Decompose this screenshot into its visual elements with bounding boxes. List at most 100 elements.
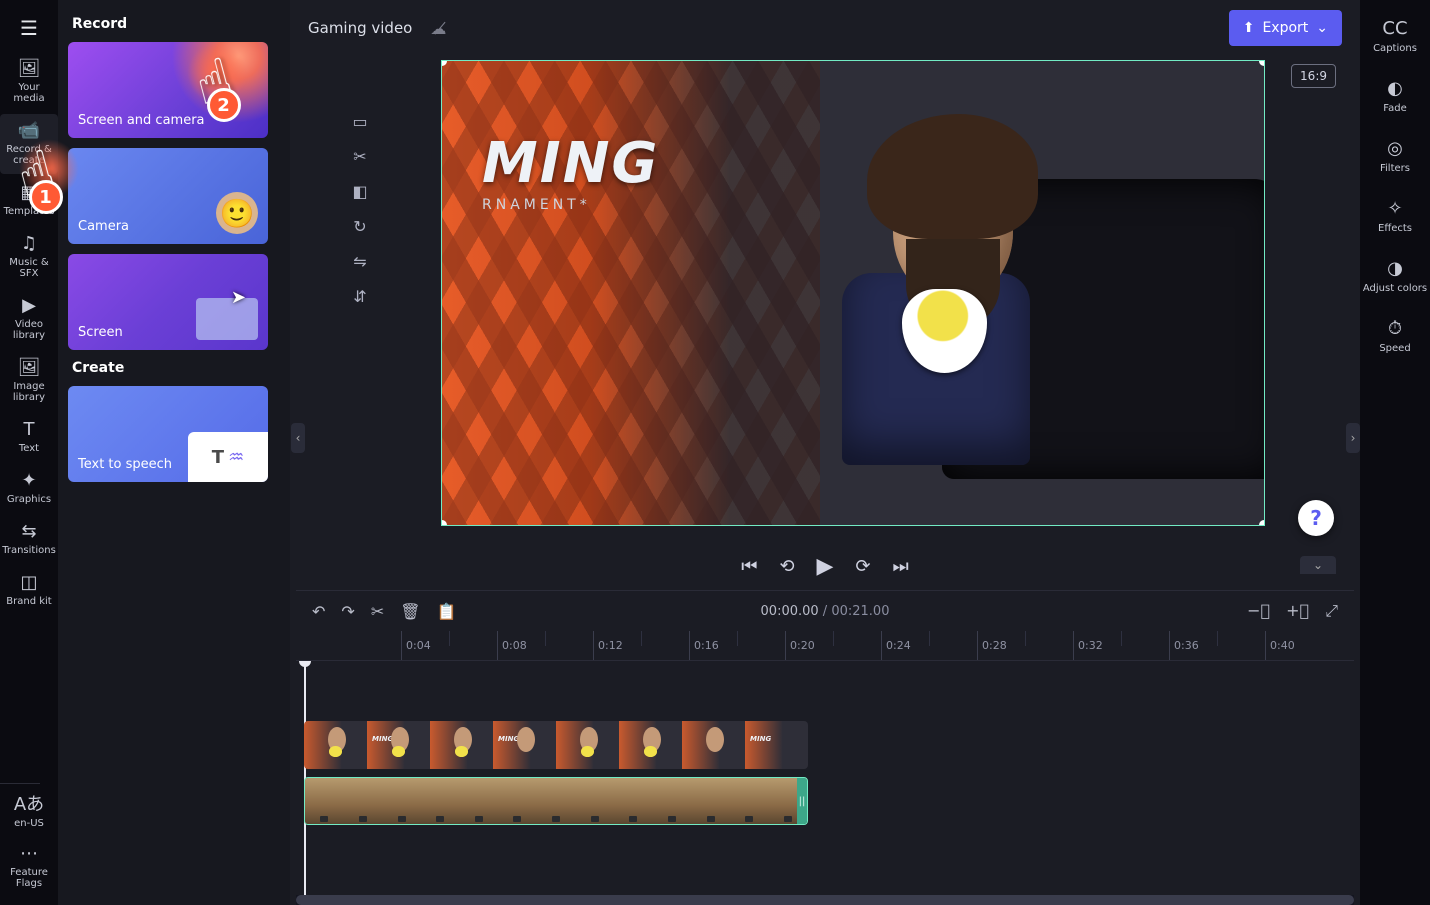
rail-feature-flags[interactable]: ⋯ Feature Flags bbox=[0, 837, 58, 897]
help-button[interactable]: ? bbox=[1298, 500, 1334, 536]
transitions-icon: ⇆ bbox=[21, 523, 36, 541]
adjust-colors-icon: ◑ bbox=[1387, 258, 1403, 279]
playback-current: 00:00.00 bbox=[761, 604, 819, 619]
screen-thumb bbox=[196, 298, 258, 340]
delete-button[interactable]: 🗑 bbox=[400, 602, 420, 621]
forward-button[interactable]: ⟳ bbox=[855, 556, 870, 577]
rail-transitions[interactable]: ⇆ Transitions bbox=[0, 515, 58, 564]
rewind-button[interactable]: ⟲ bbox=[779, 556, 794, 577]
preview-figure bbox=[705, 89, 1132, 507]
rail-label: Feature Flags bbox=[2, 867, 56, 889]
export-button[interactable]: ⬆ Export ⌄ bbox=[1229, 10, 1342, 46]
tool-flip-v[interactable]: ⇵ bbox=[346, 287, 374, 306]
prop-label: Filters bbox=[1380, 163, 1410, 174]
prop-filters[interactable]: ◎ Filters bbox=[1360, 128, 1430, 184]
prop-fade[interactable]: ◐ Fade bbox=[1360, 68, 1430, 124]
preview-canvas[interactable]: MING RNAMENT* bbox=[441, 60, 1265, 526]
rail-label: Record & create bbox=[2, 144, 56, 166]
playback-duration: 00:21.00 bbox=[831, 604, 889, 619]
rail-label: Music & SFX bbox=[2, 257, 56, 279]
rail-label: Text bbox=[19, 443, 39, 454]
ruler-mark: 0:32 bbox=[1073, 631, 1103, 660]
rail-text[interactable]: T Text bbox=[0, 413, 58, 462]
language-icon: Aあ bbox=[14, 796, 44, 814]
export-label: Export bbox=[1262, 20, 1308, 36]
rail-label: Transitions bbox=[2, 545, 56, 556]
track-clip-2-selected[interactable]: || || bbox=[304, 777, 808, 825]
prop-label: Adjust colors bbox=[1363, 283, 1427, 294]
track-clip-1[interactable]: MING MING MING bbox=[304, 721, 808, 769]
prop-effects[interactable]: ✧ Effects bbox=[1360, 188, 1430, 244]
collapse-timeline-toggle[interactable]: ⌄ bbox=[1300, 556, 1336, 574]
cloud-sync-off-icon[interactable]: ☁̸ bbox=[430, 19, 446, 38]
skip-forward-button[interactable]: ⏭ bbox=[893, 556, 909, 577]
play-button[interactable]: ▶ bbox=[817, 554, 834, 579]
cursor-icon: ➤ bbox=[231, 287, 246, 308]
timeline-ruler[interactable]: 0:04 0:08 0:12 0:16 0:20 0:24 0:28 0:32 … bbox=[296, 631, 1354, 661]
tile-screen[interactable]: Screen ➤ bbox=[68, 254, 268, 350]
rail-music-sfx[interactable]: ♫ Music & SFX bbox=[0, 227, 58, 287]
prop-speed[interactable]: ⏱ Speed bbox=[1360, 308, 1430, 364]
tool-rotate[interactable]: ↻ bbox=[346, 217, 374, 236]
clip-trim-right[interactable]: || bbox=[797, 778, 807, 824]
project-name[interactable]: Gaming video bbox=[308, 19, 412, 37]
tool-crop[interactable]: ✂ bbox=[346, 147, 374, 166]
zoom-in-button[interactable]: +⃝ bbox=[1286, 601, 1309, 621]
rail-video-library[interactable]: ▶ Video library bbox=[0, 289, 58, 349]
left-rail: ☰ 🖼 Your media 📹 Record & create ▦ Templ… bbox=[0, 0, 58, 905]
main-stage: ‹ Gaming video ☁̸ ⬆ Export ⌄ 16:9 ▭ ✂ ◧ … bbox=[290, 0, 1360, 905]
tile-text-to-speech[interactable]: Text to speech T ♒ bbox=[68, 386, 268, 482]
rail-label: Image library bbox=[2, 381, 56, 403]
tile-label: Screen and camera bbox=[78, 113, 205, 128]
selection-handle[interactable] bbox=[1259, 520, 1265, 526]
timeline-tracks[interactable]: MING MING MING || || bbox=[296, 661, 1354, 895]
topbar: Gaming video ☁̸ ⬆ Export ⌄ bbox=[290, 0, 1360, 56]
preview-logo-text: MING bbox=[482, 131, 659, 196]
camera-icon: 📹 bbox=[18, 122, 40, 140]
zoom-out-button[interactable]: −⃝ bbox=[1247, 601, 1270, 621]
zoom-fit-button[interactable]: ⤢ bbox=[1325, 601, 1338, 621]
speed-icon: ⏱ bbox=[1388, 318, 1402, 339]
playback-bar: ⏮ ⟲ ▶ ⟳ ⏭ ⛶ bbox=[290, 542, 1360, 590]
collapse-panel-right[interactable]: › bbox=[1346, 423, 1360, 453]
tool-fit[interactable]: ▭ bbox=[346, 112, 374, 131]
prop-adjust-colors[interactable]: ◑ Adjust colors bbox=[1360, 248, 1430, 304]
rail-language[interactable]: Aあ en-US bbox=[0, 788, 58, 837]
rail-record-create[interactable]: 📹 Record & create bbox=[0, 114, 58, 174]
timeline-scrollbar[interactable] bbox=[296, 895, 1354, 905]
tile-screen-and-camera[interactable]: Screen and camera bbox=[68, 42, 268, 138]
facecam-thumb: 🙂 bbox=[216, 192, 258, 234]
tool-flip-h[interactable]: ⇋ bbox=[346, 252, 374, 271]
upload-icon: ⬆ bbox=[1243, 20, 1255, 36]
music-icon: ♫ bbox=[21, 235, 37, 253]
rail-brand-kit[interactable]: ◫ Brand kit bbox=[0, 566, 58, 615]
duplicate-button[interactable]: 📋 bbox=[437, 602, 457, 621]
rail-image-library[interactable]: 🖼 Image library bbox=[0, 351, 58, 411]
tool-pip[interactable]: ◧ bbox=[346, 182, 374, 201]
rail-your-media[interactable]: 🖼 Your media bbox=[0, 52, 58, 112]
ruler-mark: 0:08 bbox=[497, 631, 527, 660]
ruler-mark: 0:28 bbox=[977, 631, 1007, 660]
menu-button[interactable]: ☰ bbox=[0, 6, 58, 50]
skip-back-button[interactable]: ⏮ bbox=[741, 556, 757, 577]
captions-icon: CC bbox=[1382, 18, 1407, 39]
rail-templates[interactable]: ▦ Templates bbox=[0, 176, 58, 225]
preview-logo-sub: RNAMENT* bbox=[482, 197, 591, 213]
undo-button[interactable]: ↶ bbox=[312, 602, 325, 621]
playback-time: 00:00.00 / 00:21.00 bbox=[761, 604, 890, 619]
rail-label: en-US bbox=[14, 818, 44, 829]
rail-graphics[interactable]: ✦ Graphics bbox=[0, 464, 58, 513]
tile-camera[interactable]: Camera 🙂 bbox=[68, 148, 268, 244]
filters-icon: ◎ bbox=[1387, 138, 1403, 159]
more-icon: ⋯ bbox=[20, 845, 38, 863]
ruler-mark: 0:04 bbox=[401, 631, 431, 660]
ruler-mark: 0:24 bbox=[881, 631, 911, 660]
graphics-icon: ✦ bbox=[21, 472, 36, 490]
templates-icon: ▦ bbox=[20, 184, 37, 202]
prop-captions[interactable]: CC Captions bbox=[1360, 8, 1430, 64]
redo-button[interactable]: ↷ bbox=[341, 602, 354, 621]
rail-label: Graphics bbox=[7, 494, 51, 505]
split-button[interactable]: ✂ bbox=[371, 602, 384, 621]
rail-label: Video library bbox=[2, 319, 56, 341]
image-icon: 🖼 bbox=[18, 359, 41, 377]
